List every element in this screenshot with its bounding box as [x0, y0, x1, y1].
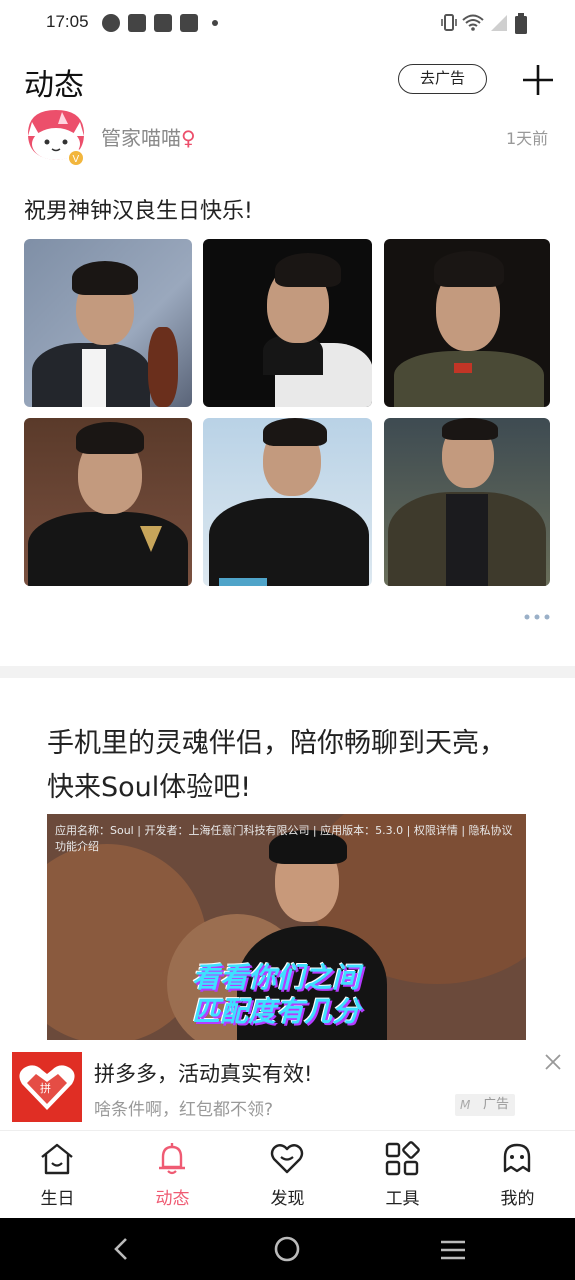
- nav-tab-discover[interactable]: 发现: [230, 1131, 345, 1219]
- remove-ads-button[interactable]: 去广告: [398, 64, 487, 94]
- svg-text:V: V: [73, 154, 80, 165]
- vpn-icon: [102, 14, 120, 32]
- bell-icon: [159, 1143, 185, 1175]
- recents-icon[interactable]: [439, 1238, 467, 1262]
- ad-app-features[interactable]: 功能介绍: [55, 838, 99, 854]
- heart-icon: [270, 1144, 304, 1174]
- face-icon: [503, 1143, 531, 1173]
- ad-tag-logo-icon: M: [460, 1098, 471, 1112]
- ad-caption-line-2: 匹配度有几分: [192, 995, 361, 1028]
- ad-tag-label: 广告: [482, 1097, 509, 1112]
- app-header: 动态 去广告: [0, 48, 575, 108]
- home-icon[interactable]: [274, 1236, 300, 1262]
- nav-label-feed: 动态: [155, 1189, 190, 1209]
- nav-label-birthday: 生日: [40, 1189, 75, 1209]
- more-options-icon[interactable]: [522, 610, 552, 624]
- mail-icon: [128, 14, 146, 32]
- status-time: 17:05: [46, 12, 89, 31]
- birthday-house-icon: [41, 1143, 73, 1175]
- close-icon[interactable]: [543, 1052, 563, 1072]
- female-icon: ♀: [181, 126, 196, 150]
- post-time: 1天前: [506, 129, 549, 148]
- banner-subtitle: 啥条件啊，红包都不领?: [94, 1100, 274, 1120]
- post-photo-5[interactable]: [203, 418, 372, 586]
- notification-dot-icon: [212, 20, 218, 26]
- post-username[interactable]: 管家喵喵♀: [101, 122, 196, 151]
- post-photo-4[interactable]: [24, 418, 192, 586]
- post-photo-1[interactable]: [24, 239, 192, 407]
- section-divider: [0, 666, 575, 678]
- ad-app-info[interactable]: 应用名称：Soul | 开发者：上海任意门科技有限公司 | 应用版本：5.3.0…: [55, 822, 513, 838]
- mail-icon: [154, 14, 172, 32]
- nav-label-tools: 工具: [385, 1189, 420, 1209]
- post-text: 祝男神钟汉良生日快乐!: [24, 199, 253, 224]
- nav-tab-birthday[interactable]: 生日: [0, 1131, 115, 1219]
- nav-tab-feed[interactable]: 动态: [115, 1131, 230, 1219]
- avatar[interactable]: V: [24, 110, 88, 166]
- signal-icon: [491, 15, 507, 31]
- system-nav-bar: [0, 1218, 575, 1280]
- username-text: 管家喵喵: [101, 126, 181, 150]
- ad-banner[interactable]: 拼 拼多多，活动真实有效! 啥条件啊，红包都不领? M 广告: [0, 1040, 575, 1130]
- pinduoduo-logo: 拼: [12, 1052, 82, 1122]
- ad-video[interactable]: 应用名称：Soul | 开发者：上海任意门科技有限公司 | 应用版本：5.3.0…: [47, 814, 526, 1042]
- grid-icon: [385, 1141, 420, 1176]
- back-icon[interactable]: [110, 1236, 134, 1262]
- ad-post-title: 手机里的灵魂伴侣，陪你畅聊到天亮，快来Soul体验吧!: [47, 728, 506, 803]
- post-photo-2[interactable]: [203, 239, 372, 407]
- mail-icon: [180, 14, 198, 32]
- nav-label-discover: 发现: [270, 1189, 305, 1209]
- ad-tag: M 广告: [455, 1094, 515, 1116]
- nav-tab-tools[interactable]: 工具: [345, 1131, 460, 1219]
- svg-text:拼: 拼: [40, 1081, 51, 1095]
- page-title: 动态: [24, 68, 84, 103]
- nav-label-me: 我的: [500, 1189, 535, 1209]
- plus-icon[interactable]: [520, 62, 556, 98]
- status-bar: 17:05: [0, 0, 575, 48]
- post-photo-6[interactable]: [384, 418, 550, 586]
- battery-icon: [515, 13, 527, 34]
- vibrate-icon: [441, 14, 457, 31]
- nav-tab-me[interactable]: 我的: [460, 1131, 575, 1219]
- bottom-nav: 生日 动态 发现 工具 我的: [0, 1130, 575, 1218]
- banner-title: 拼多多，活动真实有效!: [94, 1062, 313, 1086]
- post-photo-3[interactable]: [384, 239, 550, 407]
- wifi-icon: [462, 14, 484, 31]
